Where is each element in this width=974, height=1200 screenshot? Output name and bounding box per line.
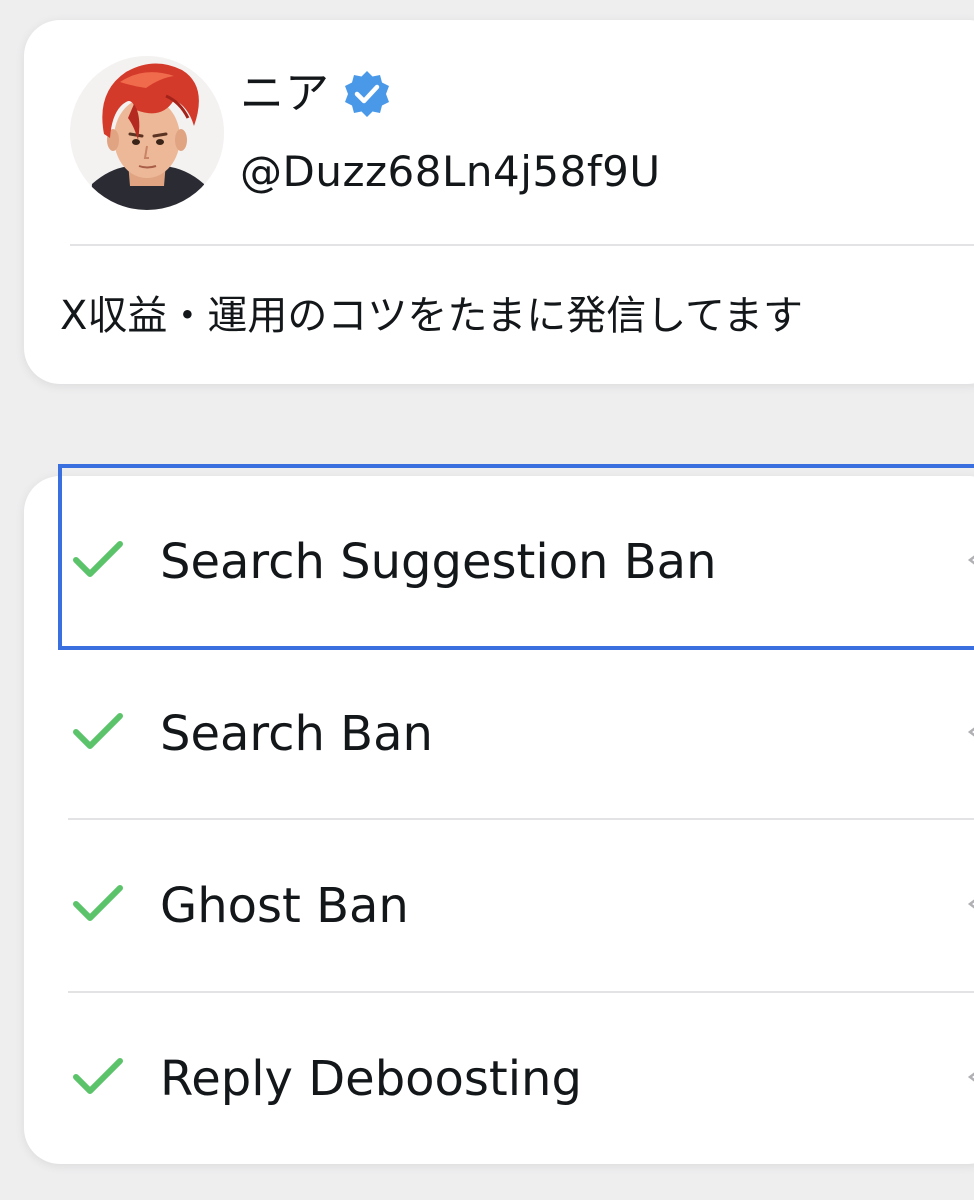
- chevron-down-icon: [967, 1072, 974, 1082]
- page: ニア @Duzz68Ln4j58f9U X収益・運用のコツをたまに発信してます …: [0, 0, 974, 1200]
- check-label: Search Suggestion Ban: [160, 534, 717, 590]
- chevron-down-icon: [967, 899, 974, 909]
- check-label: Reply Deboosting: [160, 1051, 582, 1107]
- display-name[interactable]: ニア: [240, 66, 330, 122]
- checkmark-icon: [73, 541, 123, 577]
- check-row-ghost-ban[interactable]: Ghost Ban: [24, 820, 974, 992]
- handle[interactable]: @Duzz68Ln4j58f9U: [240, 146, 661, 198]
- check-row-search-suggestion-ban[interactable]: Search Suggestion Ban: [24, 476, 974, 648]
- avatar[interactable]: [70, 56, 224, 210]
- chevron-down-icon: [967, 727, 974, 737]
- check-label: Search Ban: [160, 706, 433, 762]
- check-row-search-ban[interactable]: Search Ban: [24, 648, 974, 820]
- check-row-reply-deboosting[interactable]: Reply Deboosting: [24, 993, 974, 1165]
- check-label: Ghost Ban: [160, 878, 409, 934]
- chevron-down-icon: [967, 555, 974, 565]
- checkmark-icon: [73, 1058, 123, 1094]
- avatar-image: [70, 56, 224, 210]
- bio-text: X収益・運用のコツをたまに発信してます: [60, 293, 804, 339]
- profile-divider: [70, 244, 974, 246]
- checkmark-icon: [73, 885, 123, 921]
- checkmark-icon: [73, 713, 123, 749]
- shadowban-status-card: Search Suggestion Ban Search Ban Ghost B…: [24, 476, 974, 1164]
- name-row: ニア: [240, 66, 392, 122]
- profile-card: ニア @Duzz68Ln4j58f9U X収益・運用のコツをたまに発信してます: [24, 20, 974, 384]
- verified-badge-icon: [345, 71, 389, 117]
